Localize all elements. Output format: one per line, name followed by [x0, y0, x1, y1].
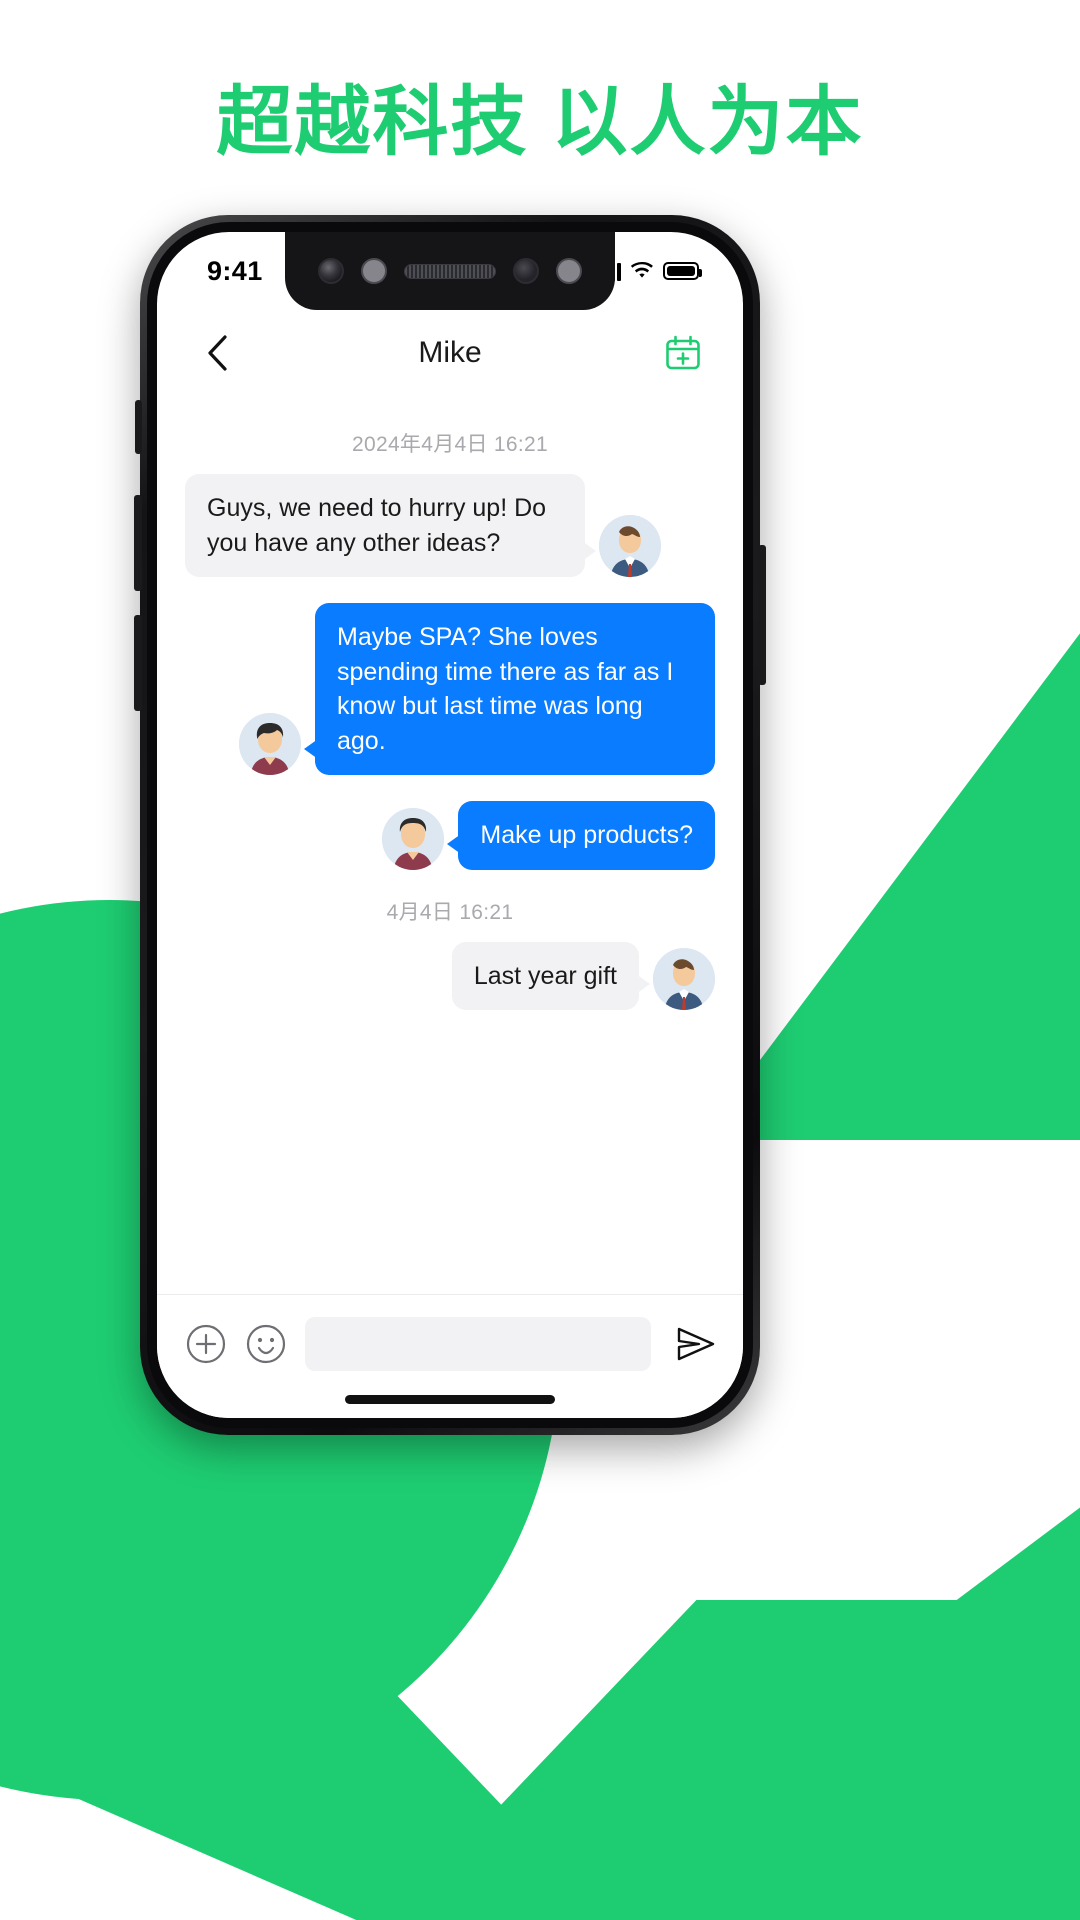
message-bubble-received[interactable]: Last year gift [451, 941, 651, 1010]
message-input-field[interactable] [305, 1316, 651, 1371]
avatar-man-suit[interactable] [653, 948, 715, 1010]
battery-full-icon [663, 262, 702, 280]
phone-mute-switch [135, 400, 142, 454]
chat-title: Mike [418, 336, 482, 369]
page-title: 超越科技 以人为本 [216, 80, 864, 165]
avatar-man-suit[interactable] [599, 515, 661, 577]
chat-nav-bar: Mike [157, 310, 743, 396]
calendar-add-button[interactable] [661, 331, 705, 375]
status-time: 9:41 [207, 255, 263, 286]
phone-notch [285, 232, 615, 310]
smiley-face-icon[interactable] [245, 1323, 287, 1365]
message-row-sent: Maybe SPA? She loves spending time there… [185, 603, 715, 775]
message-row-sent: Make up products? [185, 801, 715, 870]
chat-timestamp: 2024年4月4日 16:21 [352, 433, 548, 456]
phone-mockup: 9:41 Mike 2024年4月4日 16:21 Guys, we need … [134, 215, 766, 1435]
back-button[interactable] [195, 331, 239, 375]
message-bubble-sent[interactable]: Maybe SPA? She loves spending time there… [304, 603, 715, 775]
avatar-man-suit-icon [599, 515, 661, 577]
message-bubble-sent[interactable]: Make up products? [447, 801, 715, 870]
front-camera-icon [318, 258, 344, 284]
message-row-received: Last year gift [185, 941, 715, 1010]
earpiece-speaker-icon [404, 263, 496, 279]
chat-message-list[interactable]: 2024年4月4日 16:21 Guys, we need to hurry u… [157, 396, 743, 1294]
message-bubble-received[interactable]: Guys, we need to hurry up! Do you have a… [185, 474, 596, 577]
avatar-woman-dark-hair[interactable] [382, 807, 445, 870]
chat-timestamp: 4月4日 16:21 [386, 900, 514, 924]
plus-circle-icon[interactable] [185, 1323, 227, 1365]
poster-canvas: 超越科技 以人为本 9:41 Mike 2024年4月4日 16:21 Guys… [0, 0, 1080, 1920]
proximity-sensor-icon [513, 258, 539, 284]
phone-screen: 9:41 Mike 2024年4月4日 16:21 Guys, we need … [157, 232, 743, 1418]
dot-projector-icon [556, 258, 582, 284]
message-row-received: Guys, we need to hurry up! Do you have a… [185, 474, 715, 577]
avatar-man-suit-icon [653, 948, 715, 1010]
ambient-sensor-icon [361, 258, 387, 284]
avatar-woman-dark-hair-icon [239, 713, 301, 775]
home-indicator [345, 1395, 555, 1404]
avatar-woman-dark-hair-icon [382, 807, 445, 870]
wifi-icon [630, 262, 653, 278]
phone-power-button [758, 545, 766, 685]
chevron-left-icon [208, 335, 227, 371]
calendar-add-icon [666, 335, 700, 370]
phone-volume-up-button [134, 495, 142, 591]
phone-volume-down-button [134, 615, 142, 711]
avatar-woman-dark-hair[interactable] [239, 713, 301, 775]
send-paper-plane-icon[interactable] [673, 1321, 719, 1367]
